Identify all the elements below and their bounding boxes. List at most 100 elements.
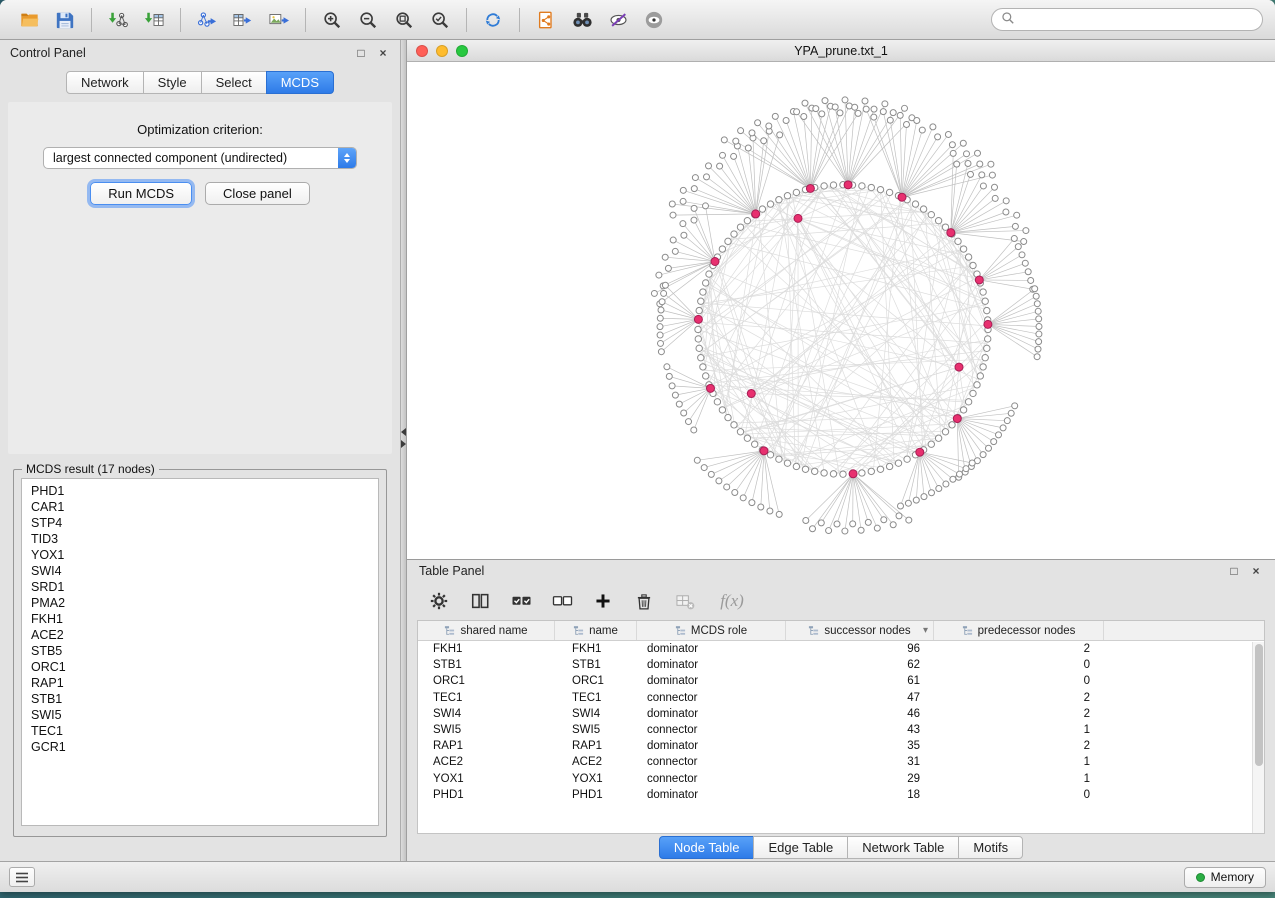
float-table-panel-icon[interactable]: □ (1227, 564, 1241, 578)
tab-edge-table[interactable]: Edge Table (753, 836, 848, 859)
collapse-left-icon[interactable] (401, 428, 406, 436)
deselect-all-button[interactable] (550, 588, 574, 614)
table-row[interactable]: TEC1TEC1connector472 (418, 690, 1264, 706)
tab-network[interactable]: Network (66, 71, 144, 94)
save-icon (55, 10, 75, 30)
criterion-dropdown[interactable]: largest connected component (undirected) (43, 147, 357, 169)
mcds-node-item[interactable]: GCR1 (31, 739, 369, 755)
table-row[interactable]: ACE2ACE2connector311 (418, 754, 1264, 770)
network-graph[interactable] (407, 62, 1275, 559)
close-window-button[interactable] (416, 45, 428, 57)
menu-button[interactable] (9, 867, 35, 887)
mcds-node-item[interactable]: CAR1 (31, 499, 369, 515)
tab-style[interactable]: Style (143, 71, 202, 94)
tab-network-table[interactable]: Network Table (847, 836, 959, 859)
search-input[interactable] (1021, 13, 1253, 27)
import-table-button[interactable] (137, 5, 171, 35)
share-document-button[interactable] (529, 5, 563, 35)
column-header-shared-name[interactable]: shared name (418, 621, 555, 640)
table-row[interactable]: SWI4SWI4dominator462 (418, 706, 1264, 722)
mcds-node-item[interactable]: RAP1 (31, 675, 369, 691)
clear-button[interactable] (673, 588, 697, 614)
table-row[interactable]: YOX1YOX1connector291 (418, 771, 1264, 787)
run-mcds-button[interactable]: Run MCDS (90, 182, 192, 205)
mcds-node-item[interactable]: TID3 (31, 531, 369, 547)
add-button[interactable] (591, 588, 615, 614)
export-table-button[interactable] (226, 5, 260, 35)
mcds-node-item[interactable]: PHD1 (31, 483, 369, 499)
delete-button[interactable] (632, 588, 656, 614)
close-panel-icon[interactable]: × (376, 46, 390, 60)
table-row[interactable]: ORC1ORC1dominator610 (418, 673, 1264, 689)
scrollbar-thumb[interactable] (1255, 644, 1263, 766)
column-label: name (589, 625, 618, 637)
export-image-button[interactable] (262, 5, 296, 35)
select-all-button[interactable] (509, 588, 533, 614)
node-table-body: FKH1FKH1dominator962STB1STB1dominator620… (418, 641, 1264, 803)
tab-node-table[interactable]: Node Table (659, 836, 755, 859)
mcds-node-item[interactable]: ORC1 (31, 659, 369, 675)
table-cell: 31 (786, 756, 934, 768)
table-scrollbar[interactable] (1252, 642, 1264, 833)
zoom-fit-button[interactable] (387, 5, 421, 35)
table-row[interactable]: SWI5SWI5connector431 (418, 722, 1264, 738)
column-header-predecessor-nodes[interactable]: predecessor nodes (934, 621, 1104, 640)
refresh-button[interactable] (476, 5, 510, 35)
mcds-node-item[interactable]: FKH1 (31, 611, 369, 627)
float-panel-icon[interactable]: □ (354, 46, 368, 60)
column-header-mcds-role[interactable]: MCDS role (637, 621, 786, 640)
table-cell: ACE2 (418, 756, 555, 768)
main-toolbar (0, 0, 1275, 40)
minimize-window-button[interactable] (436, 45, 448, 57)
mcds-node-item[interactable]: PMA2 (31, 595, 369, 611)
hide-details-button[interactable] (601, 5, 635, 35)
zoom-out-button[interactable] (351, 5, 385, 35)
zoom-selected-button[interactable] (423, 5, 457, 35)
columns-button[interactable] (468, 588, 492, 614)
find-button[interactable] (565, 5, 599, 35)
mcds-node-item[interactable]: ACE2 (31, 627, 369, 643)
table-cell: TEC1 (555, 692, 637, 704)
gear-button[interactable] (427, 588, 451, 614)
tab-mcds[interactable]: MCDS (266, 71, 334, 94)
table-row[interactable]: RAP1RAP1dominator352 (418, 738, 1264, 754)
chevron-down-icon[interactable]: ▾ (923, 625, 928, 636)
mcds-node-item[interactable]: SWI5 (31, 707, 369, 723)
tab-select[interactable]: Select (201, 71, 267, 94)
save-button[interactable] (48, 5, 82, 35)
function-builder-button[interactable]: f(x) (714, 588, 750, 614)
mcds-node-item[interactable]: TEC1 (31, 723, 369, 739)
tab-motifs[interactable]: Motifs (958, 836, 1023, 859)
mcds-result-list[interactable]: PHD1CAR1STP4TID3YOX1SWI4SRD1PMA2FKH1ACE2… (21, 478, 379, 826)
graph-ring-nodes[interactable] (695, 182, 991, 478)
network-window-titlebar[interactable]: YPA_prune.txt_1 (407, 40, 1275, 62)
mcds-node-item[interactable]: SWI4 (31, 563, 369, 579)
table-row[interactable]: STB1STB1dominator620 (418, 657, 1264, 673)
mcds-node-item[interactable]: STB5 (31, 643, 369, 659)
table-row[interactable]: PHD1PHD1dominator180 (418, 787, 1264, 803)
column-header-name[interactable]: name (555, 621, 637, 640)
table-cell: dominator (637, 675, 786, 687)
traffic-lights (416, 45, 468, 57)
mcds-node-item[interactable]: STB1 (31, 691, 369, 707)
panel-splitter[interactable] (400, 40, 407, 861)
close-table-panel-icon[interactable]: × (1249, 564, 1263, 578)
mcds-node-item[interactable]: YOX1 (31, 547, 369, 563)
close-panel-action-button[interactable]: Close panel (205, 182, 310, 205)
table-row[interactable]: FKH1FKH1dominator962 (418, 641, 1264, 657)
fx-icon: f(x) (720, 591, 744, 611)
maximize-window-button[interactable] (456, 45, 468, 57)
import-network-button[interactable] (101, 5, 135, 35)
export-network-button[interactable] (190, 5, 224, 35)
show-details-button[interactable] (637, 5, 671, 35)
search-box[interactable] (991, 8, 1263, 31)
network-canvas[interactable] (407, 62, 1275, 559)
zoom-in-button[interactable] (315, 5, 349, 35)
mcds-node-item[interactable]: STP4 (31, 515, 369, 531)
memory-button[interactable]: Memory (1184, 867, 1266, 888)
mcds-node-item[interactable]: SRD1 (31, 579, 369, 595)
collapse-right-icon[interactable] (401, 440, 406, 448)
column-header-successor-nodes[interactable]: successor nodes▾ (786, 621, 934, 640)
open-button[interactable] (12, 5, 46, 35)
show-details-icon (644, 10, 664, 30)
